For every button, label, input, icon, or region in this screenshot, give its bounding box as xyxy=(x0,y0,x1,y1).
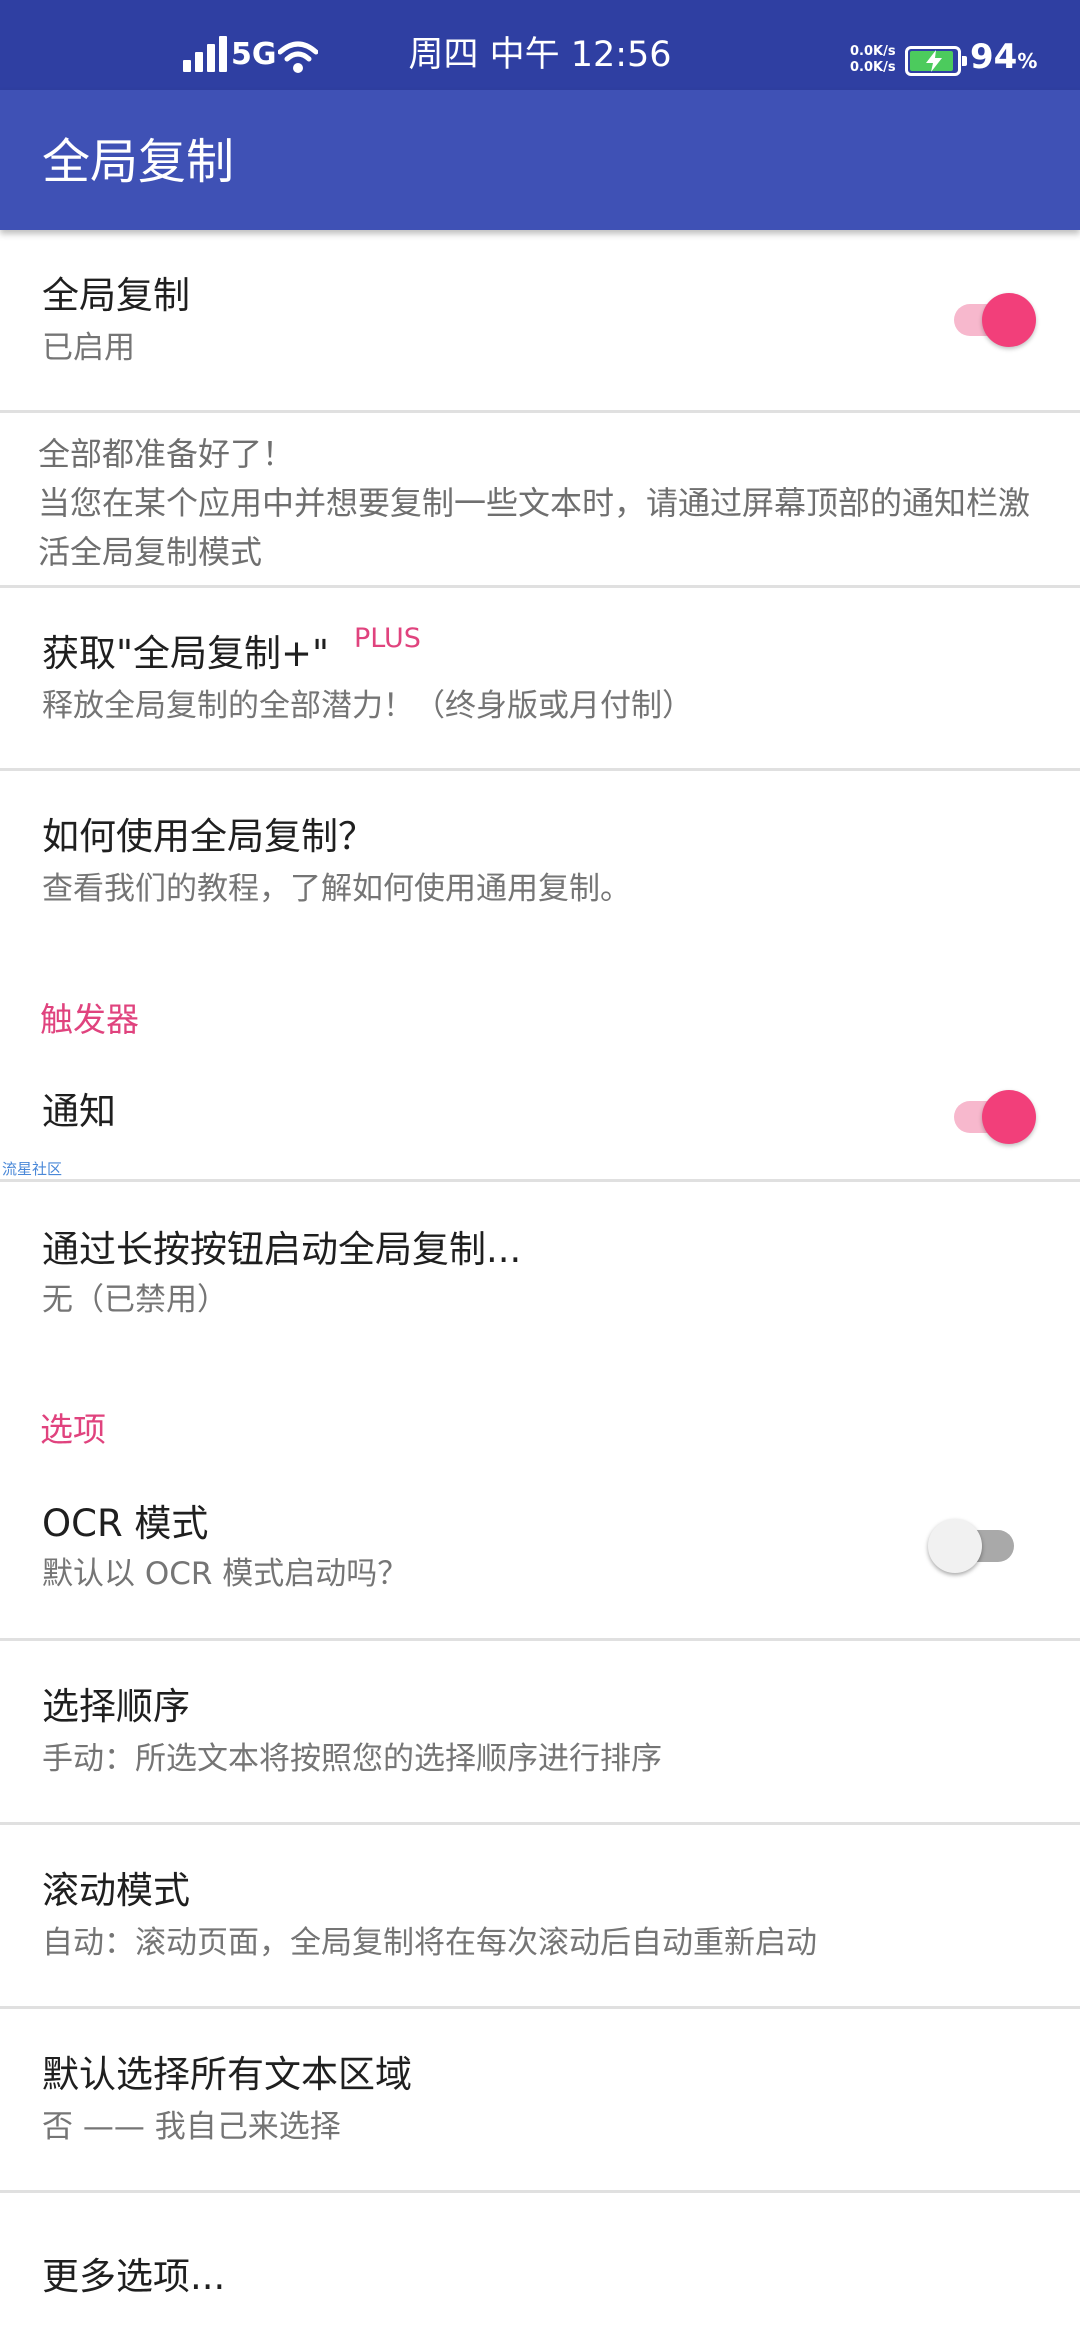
download-speed: 0.0K/s xyxy=(850,60,896,75)
ready-info-body: 当您在某个应用中并想要复制一些文本时，请通过屏幕顶部的通知栏激活全局复制模式 xyxy=(38,484,1031,571)
watermark: 流星社区 xyxy=(2,1160,63,1178)
enable-subtitle: 已启用 xyxy=(42,330,135,366)
battery-charging-icon xyxy=(905,46,967,76)
enable-switch[interactable] xyxy=(950,291,1036,349)
switch-thumb xyxy=(982,293,1036,347)
divider xyxy=(0,410,1080,413)
long-press-trigger-row[interactable]: 通过长按按钮启动全局复制... 无（已禁用） xyxy=(0,1182,1080,1362)
ocr-mode-title: OCR 模式 xyxy=(42,1502,209,1545)
charging-bolt-icon xyxy=(926,50,942,72)
how-to-use-title: 如何使用全局复制？ xyxy=(42,815,375,858)
switch-thumb xyxy=(982,1090,1036,1144)
how-to-use-row[interactable]: 如何使用全局复制？ 查看我们的教程，了解如何使用通用复制。 xyxy=(0,771,1080,951)
more-options-title: 更多选项... xyxy=(42,2255,226,2298)
scroll-mode-row[interactable]: 滚动模式 自动：滚动页面，全局复制将在每次滚动后自动重新启动 xyxy=(0,1825,1080,2007)
ocr-mode-row[interactable]: OCR 模式 默认以 OCR 模式启动吗？ xyxy=(0,1470,1080,1638)
select-all-text-row[interactable]: 默认选择所有文本区域 否 —— 我自己来选择 xyxy=(0,2009,1080,2191)
status-bar: 5G 周四 中午 12:56 0.0K/s 0.0K/s 94% xyxy=(0,0,1080,90)
ready-info-text: 全部都准备好了！ 当您在某个应用中并想要复制一些文本时，请通过屏幕顶部的通知栏激活… xyxy=(38,430,1048,577)
notification-title: 通知 xyxy=(42,1090,116,1133)
select-all-title: 默认选择所有文本区域 xyxy=(42,2053,412,2096)
plus-badge: PLUS xyxy=(354,623,421,654)
selection-order-row[interactable]: 选择顺序 手动：所选文本将按照您的选择顺序进行排序 xyxy=(0,1641,1080,1823)
page-title: 全局复制 xyxy=(42,134,235,190)
section-header-triggers: 触发器 xyxy=(40,1000,139,1039)
more-options-row[interactable]: 更多选项... xyxy=(0,2193,1080,2340)
get-plus-row[interactable]: 获取"全局复制+" 释放全局复制的全部潜力！（终身版或月付制） xyxy=(0,588,1080,770)
long-press-subtitle: 无（已禁用） xyxy=(42,1282,228,1318)
get-plus-title: 获取"全局复制+" xyxy=(42,632,330,675)
selection-order-title: 选择顺序 xyxy=(42,1685,190,1728)
ready-info-heading: 全部都准备好了！ xyxy=(38,435,295,473)
enable-title: 全局复制 xyxy=(42,274,190,317)
notification-trigger-row[interactable]: 通知 xyxy=(0,1060,1080,1180)
battery-percent: 94% xyxy=(970,37,1038,77)
get-plus-subtitle: 释放全局复制的全部潜力！（终身版或月付制） xyxy=(42,688,693,724)
enable-global-copy-row[interactable]: 全局复制 已启用 xyxy=(0,230,1080,410)
notification-switch[interactable] xyxy=(950,1088,1036,1146)
upload-speed: 0.0K/s xyxy=(850,44,896,59)
select-all-subtitle: 否 —— 我自己来选择 xyxy=(42,2109,341,2145)
network-speed: 0.0K/s 0.0K/s xyxy=(850,44,896,76)
ocr-mode-subtitle: 默认以 OCR 模式启动吗？ xyxy=(42,1556,409,1592)
app-bar: 全局复制 xyxy=(0,90,1080,230)
section-header-options: 选项 xyxy=(40,1410,106,1449)
ocr-mode-switch[interactable] xyxy=(928,1517,1014,1575)
scroll-mode-title: 滚动模式 xyxy=(42,1869,190,1912)
scroll-mode-subtitle: 自动：滚动页面，全局复制将在每次滚动后自动重新启动 xyxy=(42,1925,817,1961)
selection-order-subtitle: 手动：所选文本将按照您的选择顺序进行排序 xyxy=(42,1741,662,1777)
switch-thumb xyxy=(928,1519,982,1573)
long-press-title: 通过长按按钮启动全局复制... xyxy=(42,1228,522,1271)
how-to-use-subtitle: 查看我们的教程，了解如何使用通用复制。 xyxy=(42,871,631,907)
